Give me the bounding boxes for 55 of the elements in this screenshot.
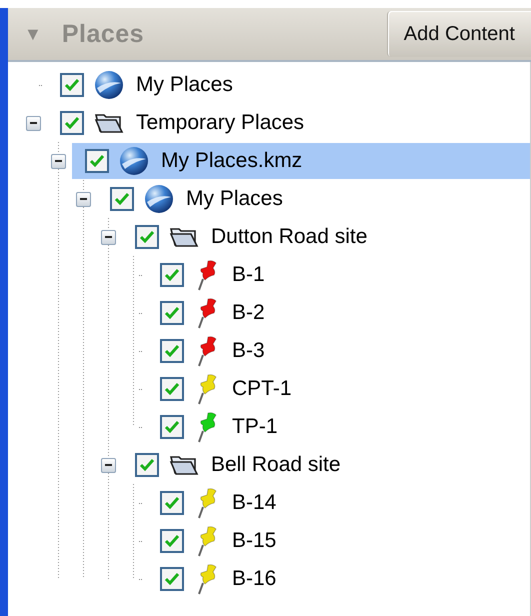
- tree-item[interactable]: B-1: [147, 257, 530, 293]
- tree-item[interactable]: Dutton Road site: [122, 219, 530, 255]
- tree-item[interactable]: B-14: [147, 485, 530, 521]
- globe-icon: [119, 146, 149, 176]
- tree-item[interactable]: B-15: [147, 523, 530, 559]
- collapse-toggle[interactable]: [101, 458, 116, 472]
- checkbox[interactable]: [135, 225, 159, 249]
- panel-title: Places: [62, 20, 144, 48]
- folder-icon: [94, 111, 124, 135]
- globe-icon: [94, 70, 124, 100]
- checkbox[interactable]: [60, 73, 84, 97]
- tree-item[interactable]: B-3: [147, 333, 530, 369]
- checkbox[interactable]: [160, 301, 184, 325]
- checkbox[interactable]: [160, 339, 184, 363]
- tree-item[interactable]: Bell Road site: [122, 447, 530, 483]
- collapse-toggle[interactable]: [51, 154, 66, 168]
- checkbox[interactable]: [160, 263, 184, 287]
- collapse-toggle[interactable]: [101, 230, 116, 244]
- checkbox[interactable]: [160, 491, 184, 515]
- checkbox[interactable]: [60, 111, 84, 135]
- item-label: CPT-1: [232, 377, 292, 401]
- checkbox[interactable]: [160, 377, 184, 401]
- item-label: TP-1: [232, 415, 278, 439]
- tree-item[interactable]: CPT-1: [147, 371, 530, 407]
- collapse-toggle[interactable]: [26, 116, 41, 130]
- item-label: My Places: [136, 73, 233, 97]
- item-label: Bell Road site: [211, 453, 341, 477]
- item-label: Temporary Places: [136, 111, 304, 135]
- tree-item[interactable]: Temporary Places: [47, 105, 530, 141]
- checkbox[interactable]: [160, 567, 184, 591]
- tree-item[interactable]: TP-1: [147, 409, 530, 445]
- item-label: B-14: [232, 491, 276, 515]
- item-label: Dutton Road site: [211, 225, 368, 249]
- item-label: My Places.kmz: [161, 149, 302, 173]
- item-label: B-16: [232, 567, 276, 591]
- item-label: My Places: [186, 187, 283, 211]
- tree-item[interactable]: B-16: [147, 561, 530, 597]
- folder-icon: [169, 225, 199, 249]
- collapse-toggle[interactable]: [76, 192, 91, 206]
- add-content-button[interactable]: Add Content: [386, 11, 531, 57]
- checkbox[interactable]: [160, 529, 184, 553]
- globe-icon: [144, 184, 174, 214]
- tree-item[interactable]: My Places.kmz: [72, 143, 530, 179]
- checkbox[interactable]: [135, 453, 159, 477]
- item-label: B-3: [232, 339, 265, 363]
- item-label: B-15: [232, 529, 276, 553]
- folder-icon: [169, 453, 199, 477]
- checkbox[interactable]: [160, 415, 184, 439]
- item-label: B-2: [232, 301, 265, 325]
- tree-item[interactable]: My Places: [97, 181, 530, 217]
- tree-item[interactable]: B-2: [147, 295, 530, 331]
- checkbox[interactable]: [85, 149, 109, 173]
- item-label: B-1: [232, 263, 265, 287]
- checkbox[interactable]: [110, 187, 134, 211]
- tree-item[interactable]: My Places: [47, 67, 530, 103]
